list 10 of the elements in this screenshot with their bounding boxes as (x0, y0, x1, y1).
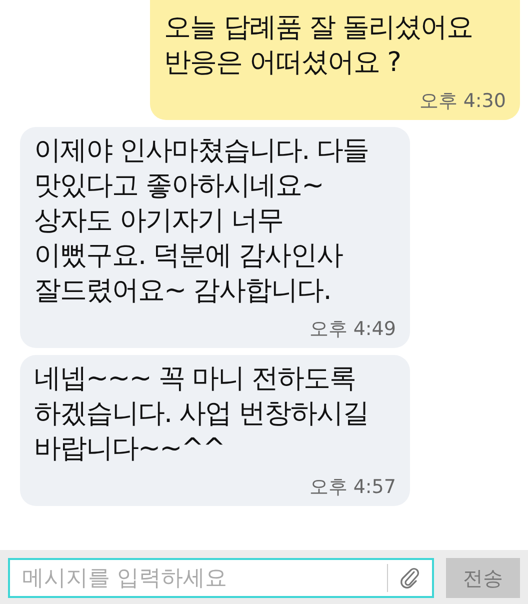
message-time: 오후 4:57 (308, 475, 396, 500)
message-input[interactable]: 메시지를 입력하세요 (20, 564, 377, 592)
message-text: 이제야 인사마쳤습니다. 다들 맛있다고 좋아하시네요~ 상자도 아기자기 너무 이뻤구요. 덕분에 감사인사 잘드렸어요~ 감사합니다. (34, 134, 370, 308)
message-text: 오늘 답례품 잘 돌리셨어요 반응은 어떠셨어요 ? (164, 11, 474, 80)
message-field[interactable]: 메시지를 입력하세요 (8, 558, 434, 598)
message-time: 오후 4:30 (418, 89, 506, 114)
message-time: 오후 4:49 (308, 317, 396, 342)
send-button[interactable]: 전송 (446, 558, 520, 598)
message-text: 네넵~~~ 꼭 마니 전하도록 하겠습니다. 사업 번창하시길 바랍니다~~^^ (34, 362, 370, 466)
paperclip-icon[interactable] (398, 566, 422, 590)
